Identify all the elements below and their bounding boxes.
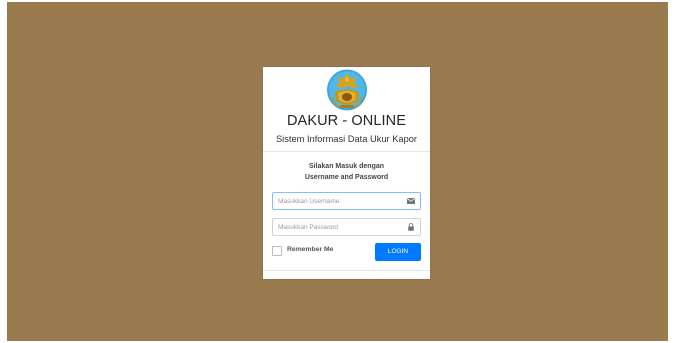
- app-title: DAKUR - ONLINE: [286, 113, 407, 129]
- login-button[interactable]: LOGIN: [375, 243, 421, 261]
- login-message-line2: Username and Password: [304, 174, 389, 181]
- footer-divider: [263, 270, 430, 271]
- login-message: Silakan Masuk dengan Username and Passwo…: [263, 161, 430, 183]
- app-subtitle: Sistem Informasi Data Ukur Kapor: [275, 134, 418, 144]
- remember-me-checkbox[interactable]: [272, 246, 282, 256]
- remember-me-label[interactable]: Remember Me: [287, 246, 333, 253]
- header-divider: [263, 151, 430, 152]
- police-emblem-icon: [326, 67, 368, 111]
- envelope-icon: [407, 197, 415, 205]
- username-input[interactable]: [273, 193, 403, 209]
- lock-icon: [407, 223, 415, 231]
- password-input[interactable]: [273, 219, 403, 235]
- login-message-line1: Silakan Masuk dengan: [308, 163, 385, 170]
- login-card: DAKUR - ONLINE Sistem Informasi Data Uku…: [263, 67, 430, 279]
- username-field-group: [272, 192, 421, 210]
- password-field-group: [272, 218, 421, 236]
